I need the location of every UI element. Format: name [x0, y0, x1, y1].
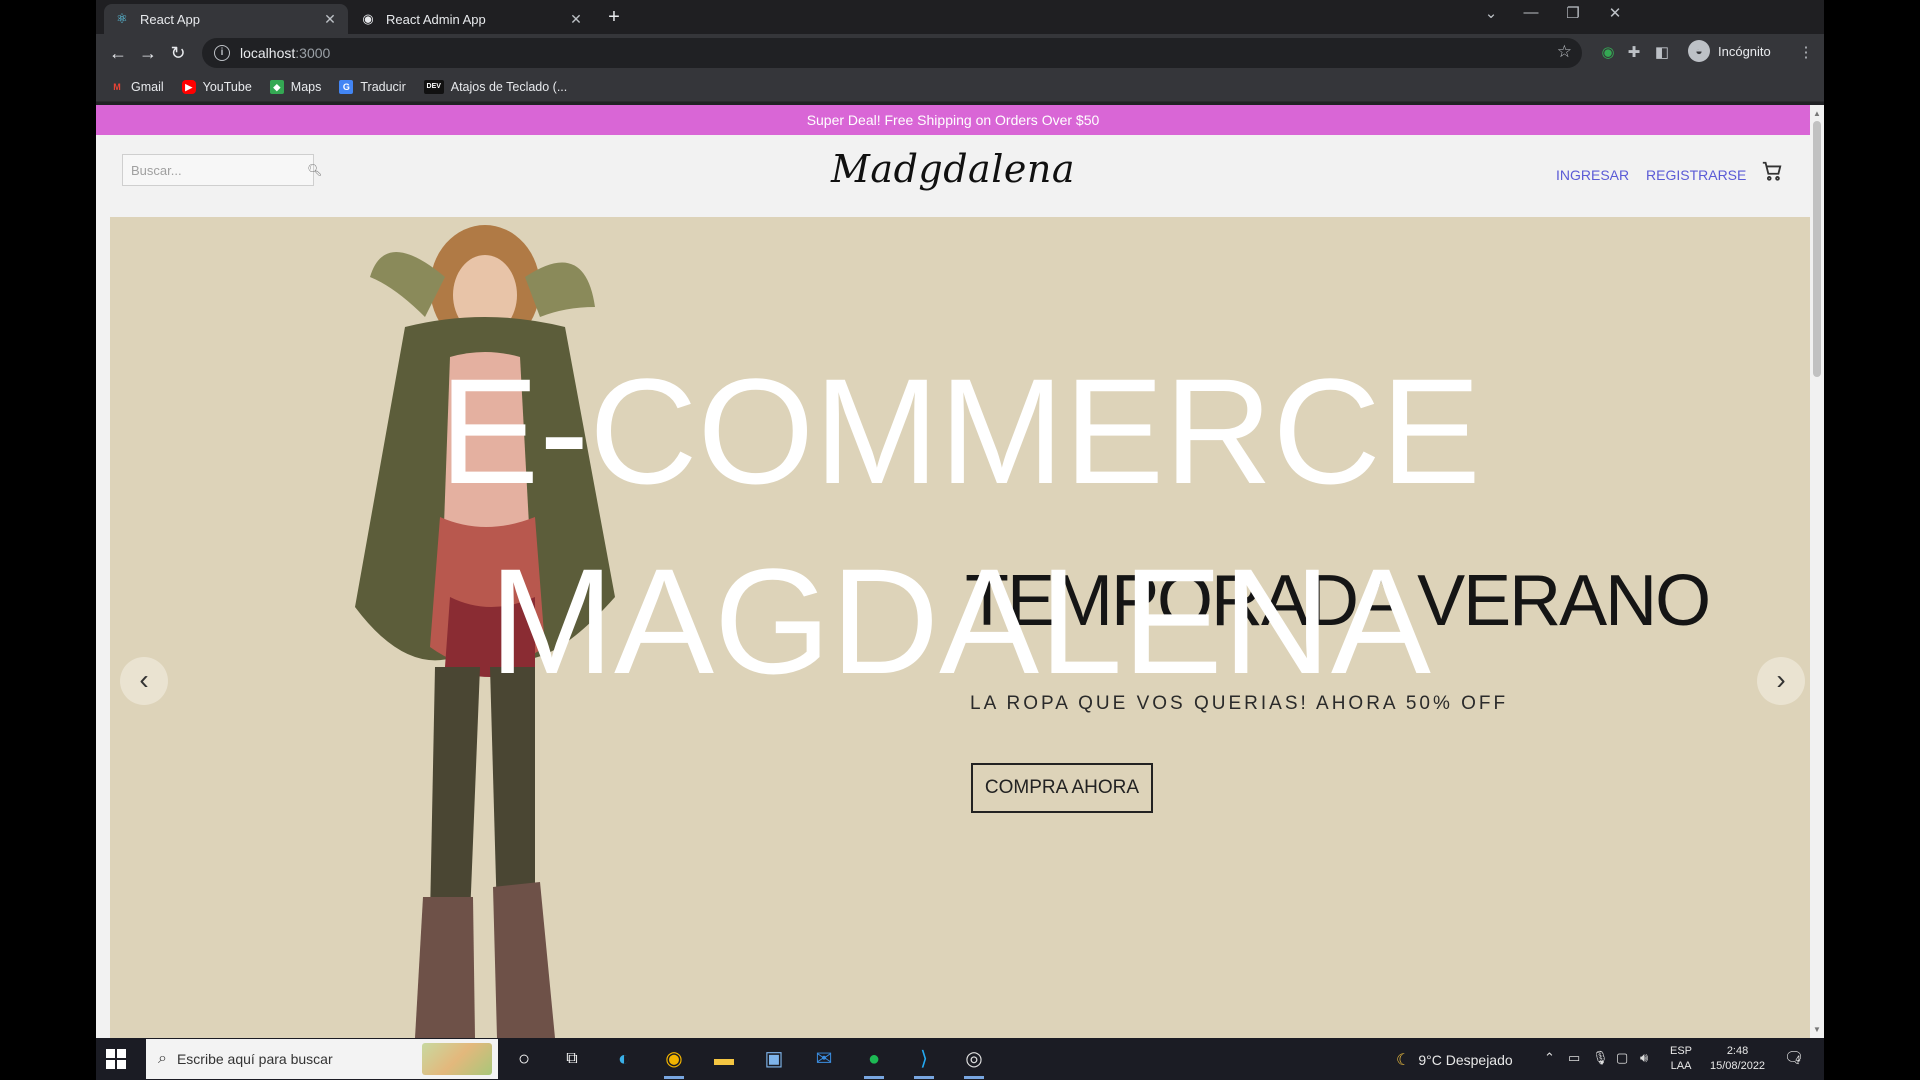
close-tab-icon[interactable]: ✕ — [322, 11, 338, 28]
meet-icon[interactable]: ▭ — [1568, 1050, 1580, 1066]
profile-label: Incógnito — [1718, 43, 1771, 59]
browser-window: ⚛ React App ✕ ◉ React Admin App ✕ + ⌄ — … — [96, 0, 1824, 1038]
incognito-icon: ◒ — [1688, 40, 1710, 62]
notification-count: 4 — [1795, 1053, 1801, 1064]
vscode-icon[interactable]: ⟩ — [908, 1045, 940, 1079]
site-info-icon[interactable]: i — [214, 45, 230, 61]
tab-search-icon[interactable]: ⌄ — [1476, 4, 1506, 22]
gmail-icon: M — [113, 81, 121, 92]
search-highlight-image — [422, 1043, 492, 1075]
announcement-bar: Super Deal! Free Shipping on Orders Over… — [96, 105, 1810, 135]
notification-icon[interactable]: 🗨︎4 — [1784, 1048, 1804, 1068]
search-icon: ⌕ — [158, 1050, 167, 1067]
shop-now-button[interactable]: COMPRA AHORA — [971, 763, 1153, 813]
taskbar-search-box[interactable]: ⌕ Escribe aquí para buscar — [146, 1039, 498, 1079]
overlay-title-line2: MAGDALENA — [489, 537, 1431, 705]
language-indicator[interactable]: ESP LAA — [1670, 1044, 1692, 1074]
site-logo[interactable]: Madgdalena — [96, 147, 1810, 191]
bookmark-label: Maps — [290, 79, 322, 94]
translate-icon: G — [339, 79, 354, 94]
extension-icon[interactable]: ◉ — [1598, 43, 1618, 61]
restore-button[interactable]: ❐ — [1558, 4, 1588, 22]
globe-icon: ◉ — [362, 11, 374, 26]
bookmark-traducir[interactable]: G Traducir — [339, 79, 406, 94]
url-host: localhost — [240, 45, 296, 61]
browser-toolbar: ← → ↻ i localhost:3000 ☆ ◉ ✚ ◧ ◒ Incógni… — [96, 34, 1824, 72]
bookmark-label: Traducir — [360, 79, 406, 94]
task-view-icon[interactable]: ⧉ — [556, 1045, 588, 1073]
weather-widget[interactable]: ☾ 9°C Despejado — [1396, 1050, 1513, 1070]
bookmark-label: Gmail — [131, 79, 164, 94]
youtube-icon: ▶ — [181, 79, 196, 94]
url-text: localhost:3000 — [240, 45, 330, 61]
clock-time: 2:48 — [1726, 1045, 1749, 1057]
network-icon[interactable]: ▢ — [1616, 1050, 1628, 1066]
close-tab-icon[interactable]: ✕ — [568, 11, 584, 28]
bookmark-star-icon[interactable]: ☆ — [1557, 42, 1572, 62]
cortana-icon[interactable]: ○ — [508, 1045, 540, 1073]
site-navbar: 🔍︎ Madgdalena INGRESAR REGISTRARSE — [96, 135, 1810, 217]
scrollbar-thumb[interactable] — [1813, 121, 1821, 377]
clock[interactable]: 2:48 15/08/2022 — [1710, 1044, 1765, 1074]
new-tab-button[interactable]: + — [602, 6, 626, 29]
microphone-icon[interactable]: 🎙︎ — [1592, 1050, 1609, 1066]
maps-icon: ◆ — [269, 79, 284, 94]
bookmark-label: Atajos de Teclado (... — [450, 79, 568, 94]
windows-start-icon[interactable] — [106, 1049, 126, 1069]
side-panel-icon[interactable]: ◧ — [1652, 43, 1672, 61]
react-icon: ⚛ — [116, 11, 128, 26]
bookmark-label: YouTube — [202, 79, 252, 94]
back-button[interactable]: ← — [106, 41, 130, 65]
weather-text: 9°C Despejado — [1418, 1052, 1513, 1068]
taskbar-search-placeholder: Escribe aquí para buscar — [176, 1051, 333, 1067]
edge-icon[interactable]: ◐ — [608, 1045, 640, 1073]
app-icon[interactable]: ◎ — [958, 1045, 990, 1079]
tray-chevron-icon[interactable]: ⌃ — [1544, 1050, 1555, 1066]
page-scrollbar[interactable]: ▲ ▼ — [1810, 105, 1824, 1038]
scroll-up-icon[interactable]: ▲ — [1813, 109, 1821, 118]
language-code: ESP — [1670, 1045, 1693, 1057]
tab-react-app[interactable]: ⚛ React App ✕ — [104, 4, 348, 34]
moon-icon: ☾ — [1396, 1052, 1411, 1069]
tab-strip: ⚛ React App ✕ ◉ React Admin App ✕ + ⌄ — … — [96, 0, 1824, 34]
bookmarks-bar: M Gmail ▶ YouTube ◆ Maps G Traducir DEV … — [96, 72, 1824, 102]
reload-button[interactable]: ↻ — [166, 41, 190, 65]
cart-icon[interactable] — [1761, 160, 1783, 188]
dev-icon: DEV — [423, 79, 444, 94]
forward-button[interactable]: → — [136, 41, 160, 65]
store-icon[interactable]: ▣ — [758, 1045, 790, 1073]
minimize-button[interactable]: — — [1516, 4, 1546, 21]
mail-icon[interactable]: ✉ — [808, 1045, 840, 1073]
spotify-icon[interactable]: ● — [858, 1045, 890, 1079]
windows-taskbar: ⌕ Escribe aquí para buscar ○ ⧉ ◐ ◉ ▬ ▣ ✉… — [96, 1038, 1824, 1080]
puzzle-icon[interactable]: ✚ — [1624, 43, 1644, 61]
incognito-profile-button[interactable]: ◒ Incógnito — [1688, 40, 1771, 62]
register-link[interactable]: REGISTRARSE — [1646, 167, 1746, 183]
tab-title: React App — [140, 11, 200, 27]
volume-icon[interactable]: 🔊︎ — [1640, 1050, 1648, 1066]
address-bar[interactable]: i localhost:3000 ☆ — [202, 38, 1582, 68]
bookmark-atajos[interactable]: DEV Atajos de Teclado (... — [423, 79, 568, 94]
url-port: :3000 — [295, 45, 331, 61]
bookmark-youtube[interactable]: ▶ YouTube — [181, 79, 252, 94]
login-link[interactable]: INGRESAR — [1556, 167, 1629, 183]
layout-code: LAA — [1670, 1060, 1692, 1072]
bookmark-maps[interactable]: ◆ Maps — [269, 79, 322, 94]
tab-react-admin-app[interactable]: ◉ React Admin App ✕ — [350, 4, 594, 34]
tab-title: React Admin App — [386, 11, 486, 27]
menu-icon[interactable]: ⋮ — [1796, 43, 1816, 61]
clock-date: 15/08/2022 — [1710, 1060, 1766, 1072]
overlay-title-line1: E-COMMERCE — [439, 347, 1481, 515]
bookmark-gmail[interactable]: M Gmail — [110, 79, 164, 94]
file-explorer-icon[interactable]: ▬ — [708, 1045, 740, 1073]
chrome-icon[interactable]: ◉ — [658, 1045, 690, 1079]
scroll-down-icon[interactable]: ▼ — [1813, 1025, 1821, 1034]
close-window-button[interactable]: ✕ — [1600, 4, 1630, 22]
